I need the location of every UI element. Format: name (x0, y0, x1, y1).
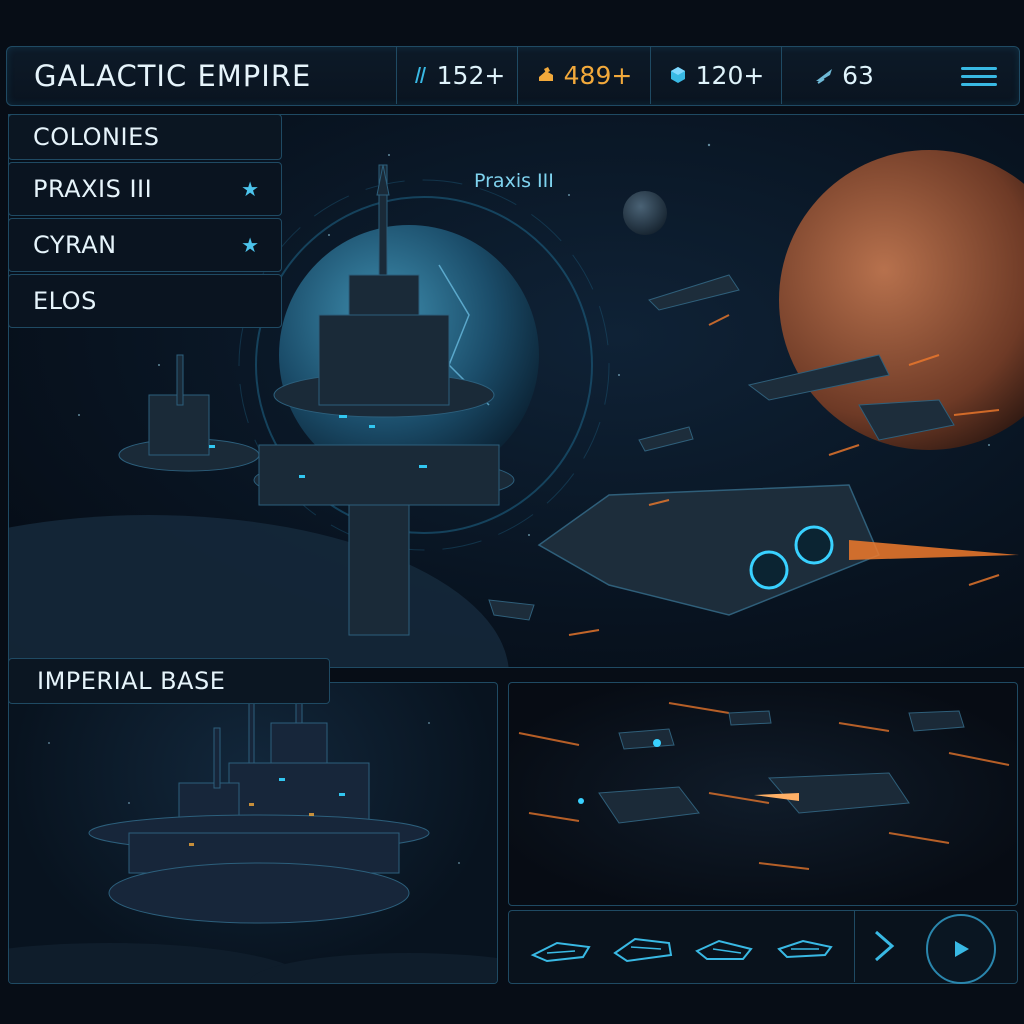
game-title: GALACTIC EMPIRE (34, 59, 312, 93)
chevron-right-icon (875, 930, 895, 962)
resource-crystal[interactable]: 120+ (650, 46, 781, 104)
play-button[interactable] (926, 914, 996, 984)
destroyer-ship-icon[interactable] (769, 925, 839, 969)
next-ships-button[interactable] (854, 910, 913, 982)
resource-fleet-value: 63 (842, 60, 874, 90)
star-icon[interactable]: ★ (241, 177, 259, 201)
crystal-icon (670, 67, 685, 83)
fleet-icon (816, 69, 833, 84)
colony-label: ELOS (33, 287, 97, 315)
menu-button[interactable] (950, 56, 1008, 96)
resource-bar: 152+ 489+ 120+ 63 (396, 46, 906, 104)
resource-gold[interactable]: 489+ (517, 46, 650, 104)
energy-icon (414, 67, 426, 83)
colonies-header: COLONIES (8, 114, 282, 160)
menu-icon (961, 66, 997, 70)
fleet-battle-art (518, 702, 1010, 870)
play-icon (955, 941, 969, 957)
colonies-heading: COLONIES (33, 123, 160, 151)
imperial-base-art (9, 692, 497, 983)
colony-label: CYRAN (33, 231, 117, 259)
fighter-ship-icon[interactable] (527, 925, 597, 969)
star-icon[interactable]: ★ (241, 233, 259, 257)
colony-label: PRAXIS III (33, 175, 153, 203)
resource-crystal-value: 120+ (695, 60, 765, 90)
imperial-base-heading: IMPERIAL BASE (37, 667, 226, 695)
cruiser-ship-icon[interactable] (609, 925, 679, 969)
resource-energy[interactable]: 152+ (396, 46, 517, 104)
colony-item-praxis-iii[interactable]: PRAXIS III ★ (8, 162, 282, 216)
planet-label[interactable]: Praxis III (474, 170, 554, 192)
resource-fleet[interactable]: 63 (781, 46, 906, 104)
frigate-ship-icon[interactable] (689, 925, 759, 969)
fleet-battle-view[interactable] (508, 682, 1018, 906)
resource-energy-value: 152+ (436, 60, 506, 90)
colony-item-cyran[interactable]: CYRAN ★ (8, 218, 282, 272)
resource-gold-value: 489+ (563, 60, 633, 90)
imperial-base-view[interactable] (8, 682, 498, 984)
colonies-panel: COLONIES PRAXIS III ★ CYRAN ★ ELOS (8, 114, 282, 328)
colony-item-elos[interactable]: ELOS (8, 274, 282, 328)
gold-icon (538, 67, 553, 81)
imperial-base-header: IMPERIAL BASE (8, 658, 330, 704)
